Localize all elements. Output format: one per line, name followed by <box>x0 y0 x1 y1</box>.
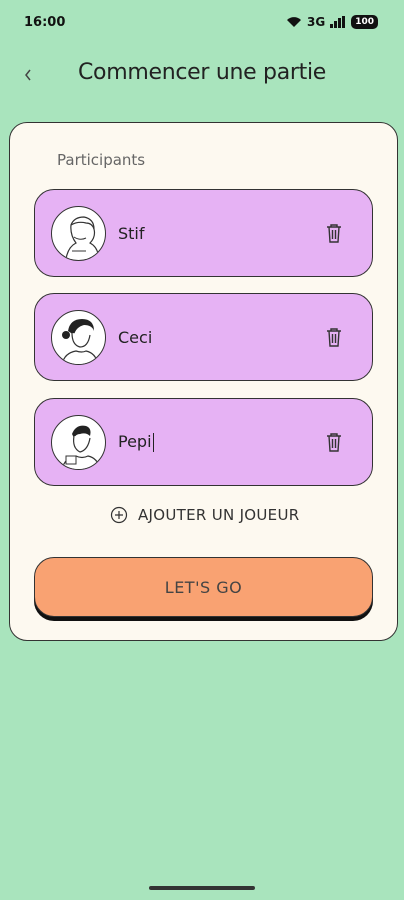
trash-icon[interactable] <box>324 222 344 244</box>
start-game-label: LET'S GO <box>164 577 243 597</box>
header: Commencer une partie <box>0 56 404 96</box>
add-player-button[interactable]: AJOUTER UN JOUEUR <box>110 503 299 527</box>
network-type: 3G <box>307 15 326 29</box>
player-card[interactable]: Ceci <box>34 293 373 381</box>
trash-icon[interactable] <box>324 431 344 453</box>
home-indicator[interactable] <box>149 886 255 890</box>
avatar-woman-icon <box>51 310 106 365</box>
text-caret <box>152 433 155 452</box>
page-title: Commencer une partie <box>77 60 326 85</box>
player-name[interactable]: Stif <box>118 224 145 243</box>
participants-card: Participants Stif Ceci Pepi AJOUTER UN J… <box>9 122 398 641</box>
start-game-button[interactable]: LET'S GO <box>34 557 373 617</box>
status-bar: 16:00 3G 100 <box>0 0 404 44</box>
player-card[interactable]: Pepi <box>34 398 373 486</box>
wifi-icon <box>287 17 301 27</box>
player-name[interactable]: Ceci <box>118 328 152 347</box>
player-name-text: Pepi <box>118 432 152 451</box>
status-time: 16:00 <box>24 14 66 30</box>
status-icons: 3G 100 <box>286 15 378 29</box>
section-label: Participants <box>57 151 146 169</box>
player-card[interactable]: Stif <box>34 189 373 277</box>
add-player-label: AJOUTER UN JOUEUR <box>138 506 300 524</box>
signal-icon <box>330 16 346 28</box>
avatar-man-icon <box>51 206 106 261</box>
player-name-input[interactable]: Pepi <box>118 432 155 452</box>
plus-circle-icon <box>110 506 128 524</box>
avatar-boy-icon <box>51 415 106 470</box>
trash-icon[interactable] <box>324 326 344 348</box>
battery-icon: 100 <box>351 15 378 29</box>
